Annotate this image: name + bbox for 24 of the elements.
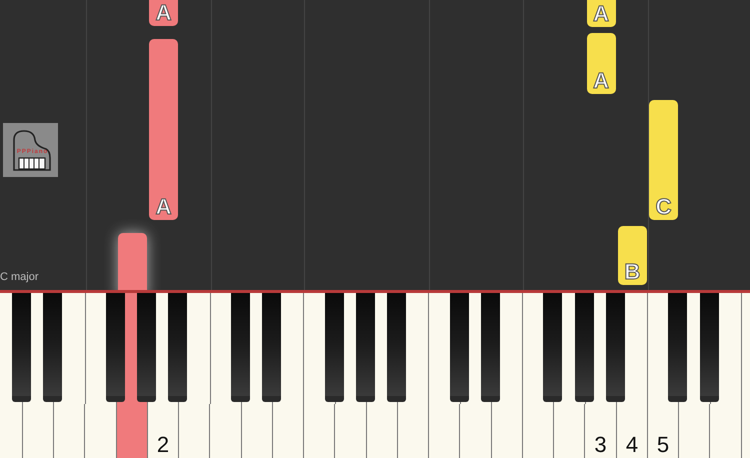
sharp-key[interactable] xyxy=(543,293,562,402)
sharp-key[interactable] xyxy=(356,293,375,402)
sharp-key[interactable] xyxy=(668,293,688,402)
sharp-key[interactable] xyxy=(606,293,625,402)
note-letter: A xyxy=(593,70,610,92)
finger-number: 2 xyxy=(156,434,170,456)
sharp-key[interactable] xyxy=(480,293,500,402)
sharp-key[interactable] xyxy=(700,293,718,402)
finger-number: 4 xyxy=(626,434,638,456)
scale-label: C major xyxy=(0,270,39,285)
sharp-key[interactable] xyxy=(168,293,188,402)
sharp-key[interactable] xyxy=(43,293,62,402)
note-letter: B xyxy=(624,261,640,283)
sharp-key[interactable] xyxy=(230,293,250,402)
note-letter: A xyxy=(593,3,610,25)
note-letter: A xyxy=(156,196,172,218)
sharp-key[interactable] xyxy=(450,293,468,402)
note-letter: C xyxy=(656,196,672,218)
finger-number: 3 xyxy=(594,434,607,456)
sharp-key[interactable] xyxy=(574,293,594,402)
note-letter: A xyxy=(156,2,172,24)
sharp-key[interactable] xyxy=(106,293,125,402)
sharp-key[interactable] xyxy=(324,293,344,402)
finger-number: 5 xyxy=(656,434,670,456)
